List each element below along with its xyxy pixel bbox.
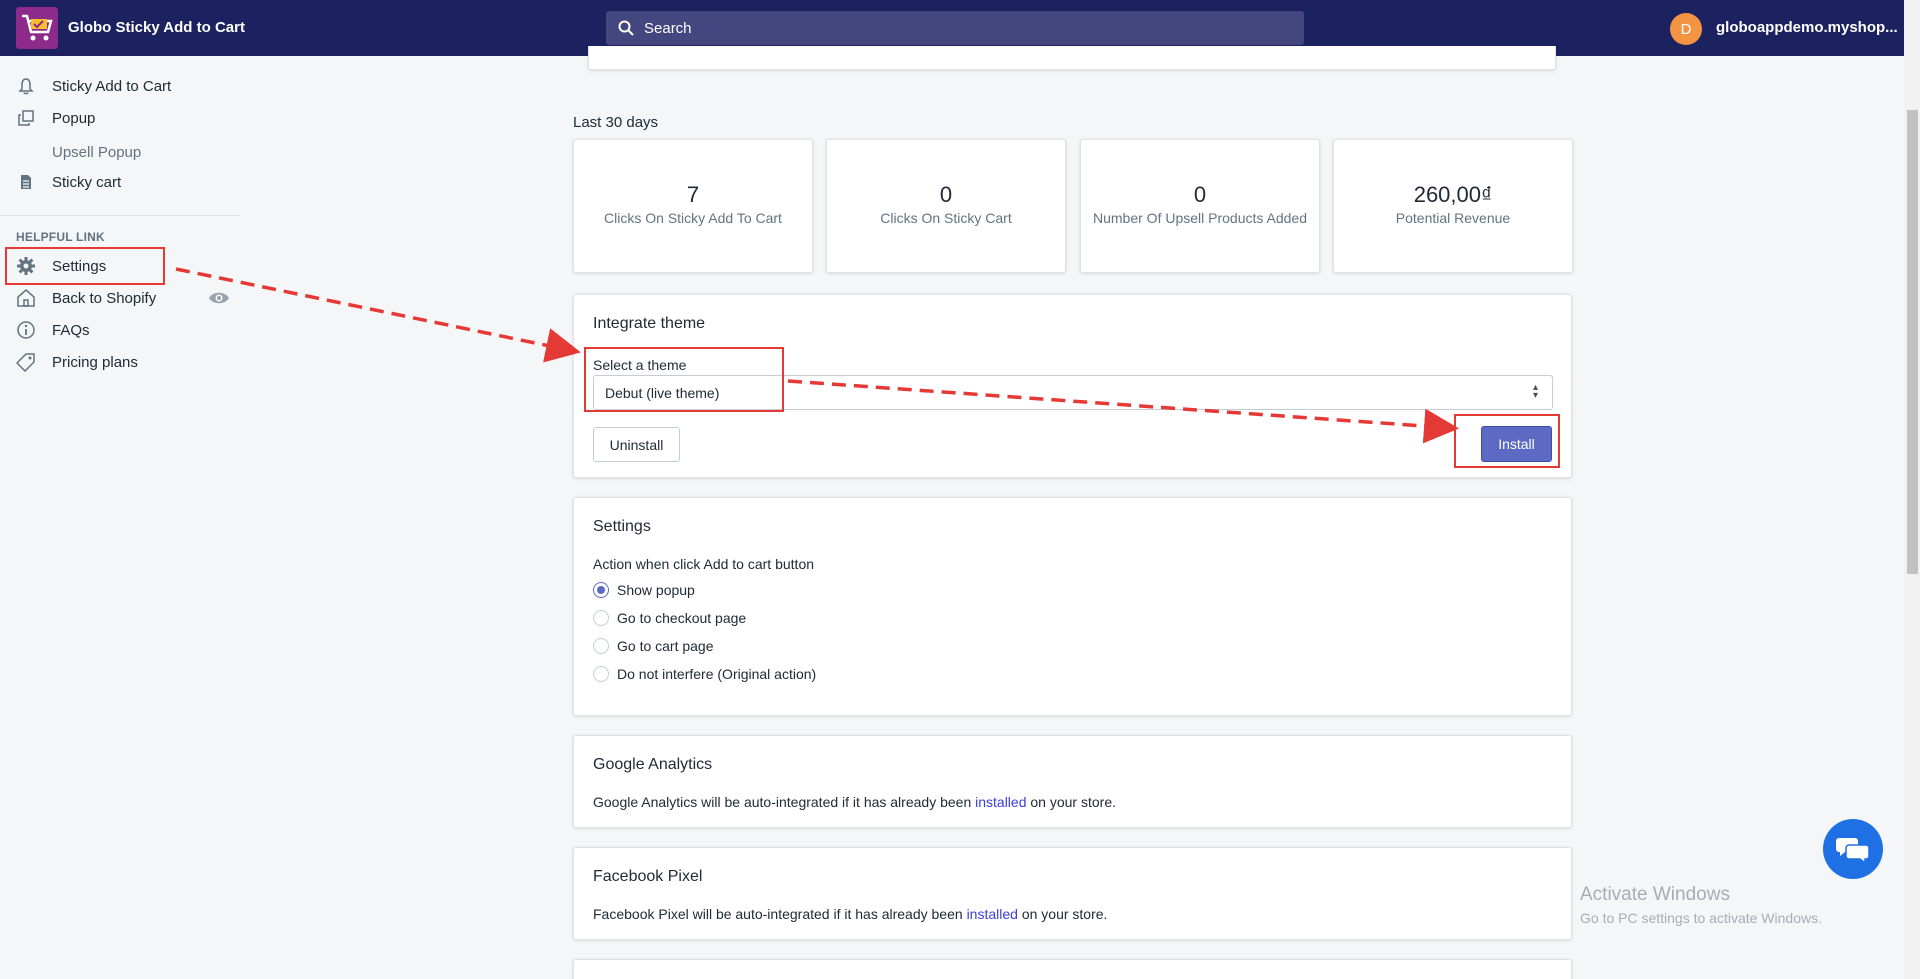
- helpful-link-heading: HELPFUL LINK: [16, 230, 105, 244]
- text-before: Facebook Pixel will be auto-integrated i…: [593, 906, 963, 922]
- sidebar-item-label: Popup: [52, 109, 96, 127]
- stat-value: 7: [686, 182, 700, 207]
- google-analytics-text: Google Analytics will be auto-integrated…: [593, 794, 1116, 810]
- integrate-theme-title: Integrate theme: [593, 315, 706, 332]
- chat-button[interactable]: [1823, 819, 1883, 879]
- annotation-box-select-theme: [584, 347, 784, 412]
- sidebar-divider: [0, 215, 240, 216]
- radio-label: Show popup: [617, 582, 695, 598]
- stat-card: 0 Clicks On Sticky Cart: [826, 139, 1066, 273]
- google-analytics-title: Google Analytics: [593, 756, 713, 773]
- stat-value: 260,00₫: [1413, 182, 1493, 207]
- sidebar-item-pricing-plans[interactable]: Pricing plans: [16, 348, 138, 376]
- stat-label: Potential Revenue: [1395, 210, 1511, 226]
- radio-button[interactable]: [593, 638, 609, 654]
- text-after: on your store.: [1021, 906, 1108, 922]
- copy-icon: [16, 108, 36, 128]
- radio-label: Go to checkout page: [617, 610, 747, 626]
- sidebar-item-back-to-shopify[interactable]: Back to Shopify: [16, 284, 156, 312]
- sidebar-item-label: FAQs: [52, 321, 90, 339]
- radio-option[interactable]: Do not interfere (Original action): [593, 666, 816, 682]
- google-analytics-card: Google Analytics Google Analytics will b…: [573, 735, 1572, 828]
- document-icon: [16, 172, 36, 192]
- search-bar[interactable]: [606, 11, 1304, 45]
- sidebar-item-label: Sticky cart: [52, 173, 122, 191]
- settings-title: Settings: [593, 518, 651, 535]
- radio-button[interactable]: [593, 582, 609, 598]
- tag-icon: [16, 352, 36, 372]
- settings-card: Settings Action when click Add to cart b…: [573, 497, 1572, 716]
- info-icon: [16, 320, 36, 340]
- search-icon: [618, 20, 634, 36]
- installed-link[interactable]: installed: [967, 906, 1018, 922]
- cart-icon: [22, 14, 53, 41]
- eye-icon[interactable]: [208, 290, 230, 310]
- stat-label: Number Of Upsell Products Added: [1093, 210, 1307, 226]
- text-after: on your store.: [1030, 794, 1116, 810]
- next-card: [573, 959, 1572, 979]
- stat-card: 7 Clicks On Sticky Add To Cart: [573, 139, 813, 273]
- radio-button[interactable]: [593, 666, 609, 682]
- stat-card: 260,00₫ Potential Revenue: [1333, 139, 1573, 273]
- search-input[interactable]: [644, 19, 1244, 37]
- facebook-pixel-title: Facebook Pixel: [593, 868, 703, 885]
- radio-option[interactable]: Show popup: [593, 582, 695, 598]
- stats-heading: Last 30 days: [573, 114, 659, 131]
- stat-value: 0: [1193, 182, 1207, 207]
- text-before: Google Analytics will be auto-integrated…: [593, 794, 972, 810]
- sidebar-item-label: Back to Shopify: [52, 289, 157, 307]
- sidebar-item-label: Sticky Add to Cart: [52, 77, 172, 95]
- app-logo[interactable]: [16, 7, 58, 49]
- sidebar-item-sticky-cart[interactable]: Sticky cart: [16, 168, 121, 196]
- windows-watermark-title: Activate Windows: [1580, 884, 1730, 905]
- previous-card: [588, 46, 1556, 70]
- scrollbar[interactable]: [1904, 0, 1920, 979]
- sidebar-item-faqs[interactable]: FAQs: [16, 316, 90, 344]
- sidebar-item-popup[interactable]: Popup: [16, 104, 95, 132]
- stat-value: 0: [939, 182, 953, 207]
- radio-label: Go to cart page: [617, 638, 714, 654]
- stat-label: Clicks On Sticky Cart: [880, 210, 1012, 226]
- select-arrows-icon: ▴ ▾: [1532, 382, 1538, 401]
- facebook-pixel-card: Facebook Pixel Facebook Pixel will be au…: [573, 847, 1572, 940]
- radio-button[interactable]: [593, 610, 609, 626]
- scrollbar-thumb[interactable]: [1907, 110, 1918, 574]
- stat-label: Clicks On Sticky Add To Cart: [604, 210, 782, 226]
- sidebar-item-upsell-popup[interactable]: Upsell Popup: [52, 144, 141, 161]
- windows-watermark-text: Go to PC settings to activate Windows.: [1580, 910, 1822, 926]
- bell-icon: [16, 76, 36, 96]
- installed-link[interactable]: installed: [975, 794, 1026, 810]
- sidebar-item-sticky-add-to-cart[interactable]: Sticky Add to Cart: [16, 72, 171, 100]
- annotation-box-install: [1454, 414, 1560, 468]
- radio-label: Do not interfere (Original action): [617, 666, 817, 682]
- radio-option[interactable]: Go to cart page: [593, 638, 714, 654]
- arrow-settings-to-select: [175, 267, 581, 363]
- stat-card: 0 Number Of Upsell Products Added: [1080, 139, 1320, 273]
- chat-icon: [1836, 838, 1870, 864]
- radio-option[interactable]: Go to checkout page: [593, 610, 746, 626]
- facebook-pixel-text: Facebook Pixel will be auto-integrated i…: [593, 906, 1107, 922]
- home-icon: [16, 288, 36, 308]
- sidebar-item-label: Pricing plans: [52, 353, 138, 371]
- annotation-box-settings: [5, 247, 165, 285]
- settings-question: Action when click Add to cart button: [593, 556, 815, 572]
- app-title: Globo Sticky Add to Cart: [68, 19, 245, 36]
- store-name[interactable]: globoappdemo.myshop...: [1716, 19, 1898, 36]
- uninstall-button[interactable]: Uninstall: [593, 427, 680, 462]
- avatar[interactable]: D: [1670, 13, 1702, 45]
